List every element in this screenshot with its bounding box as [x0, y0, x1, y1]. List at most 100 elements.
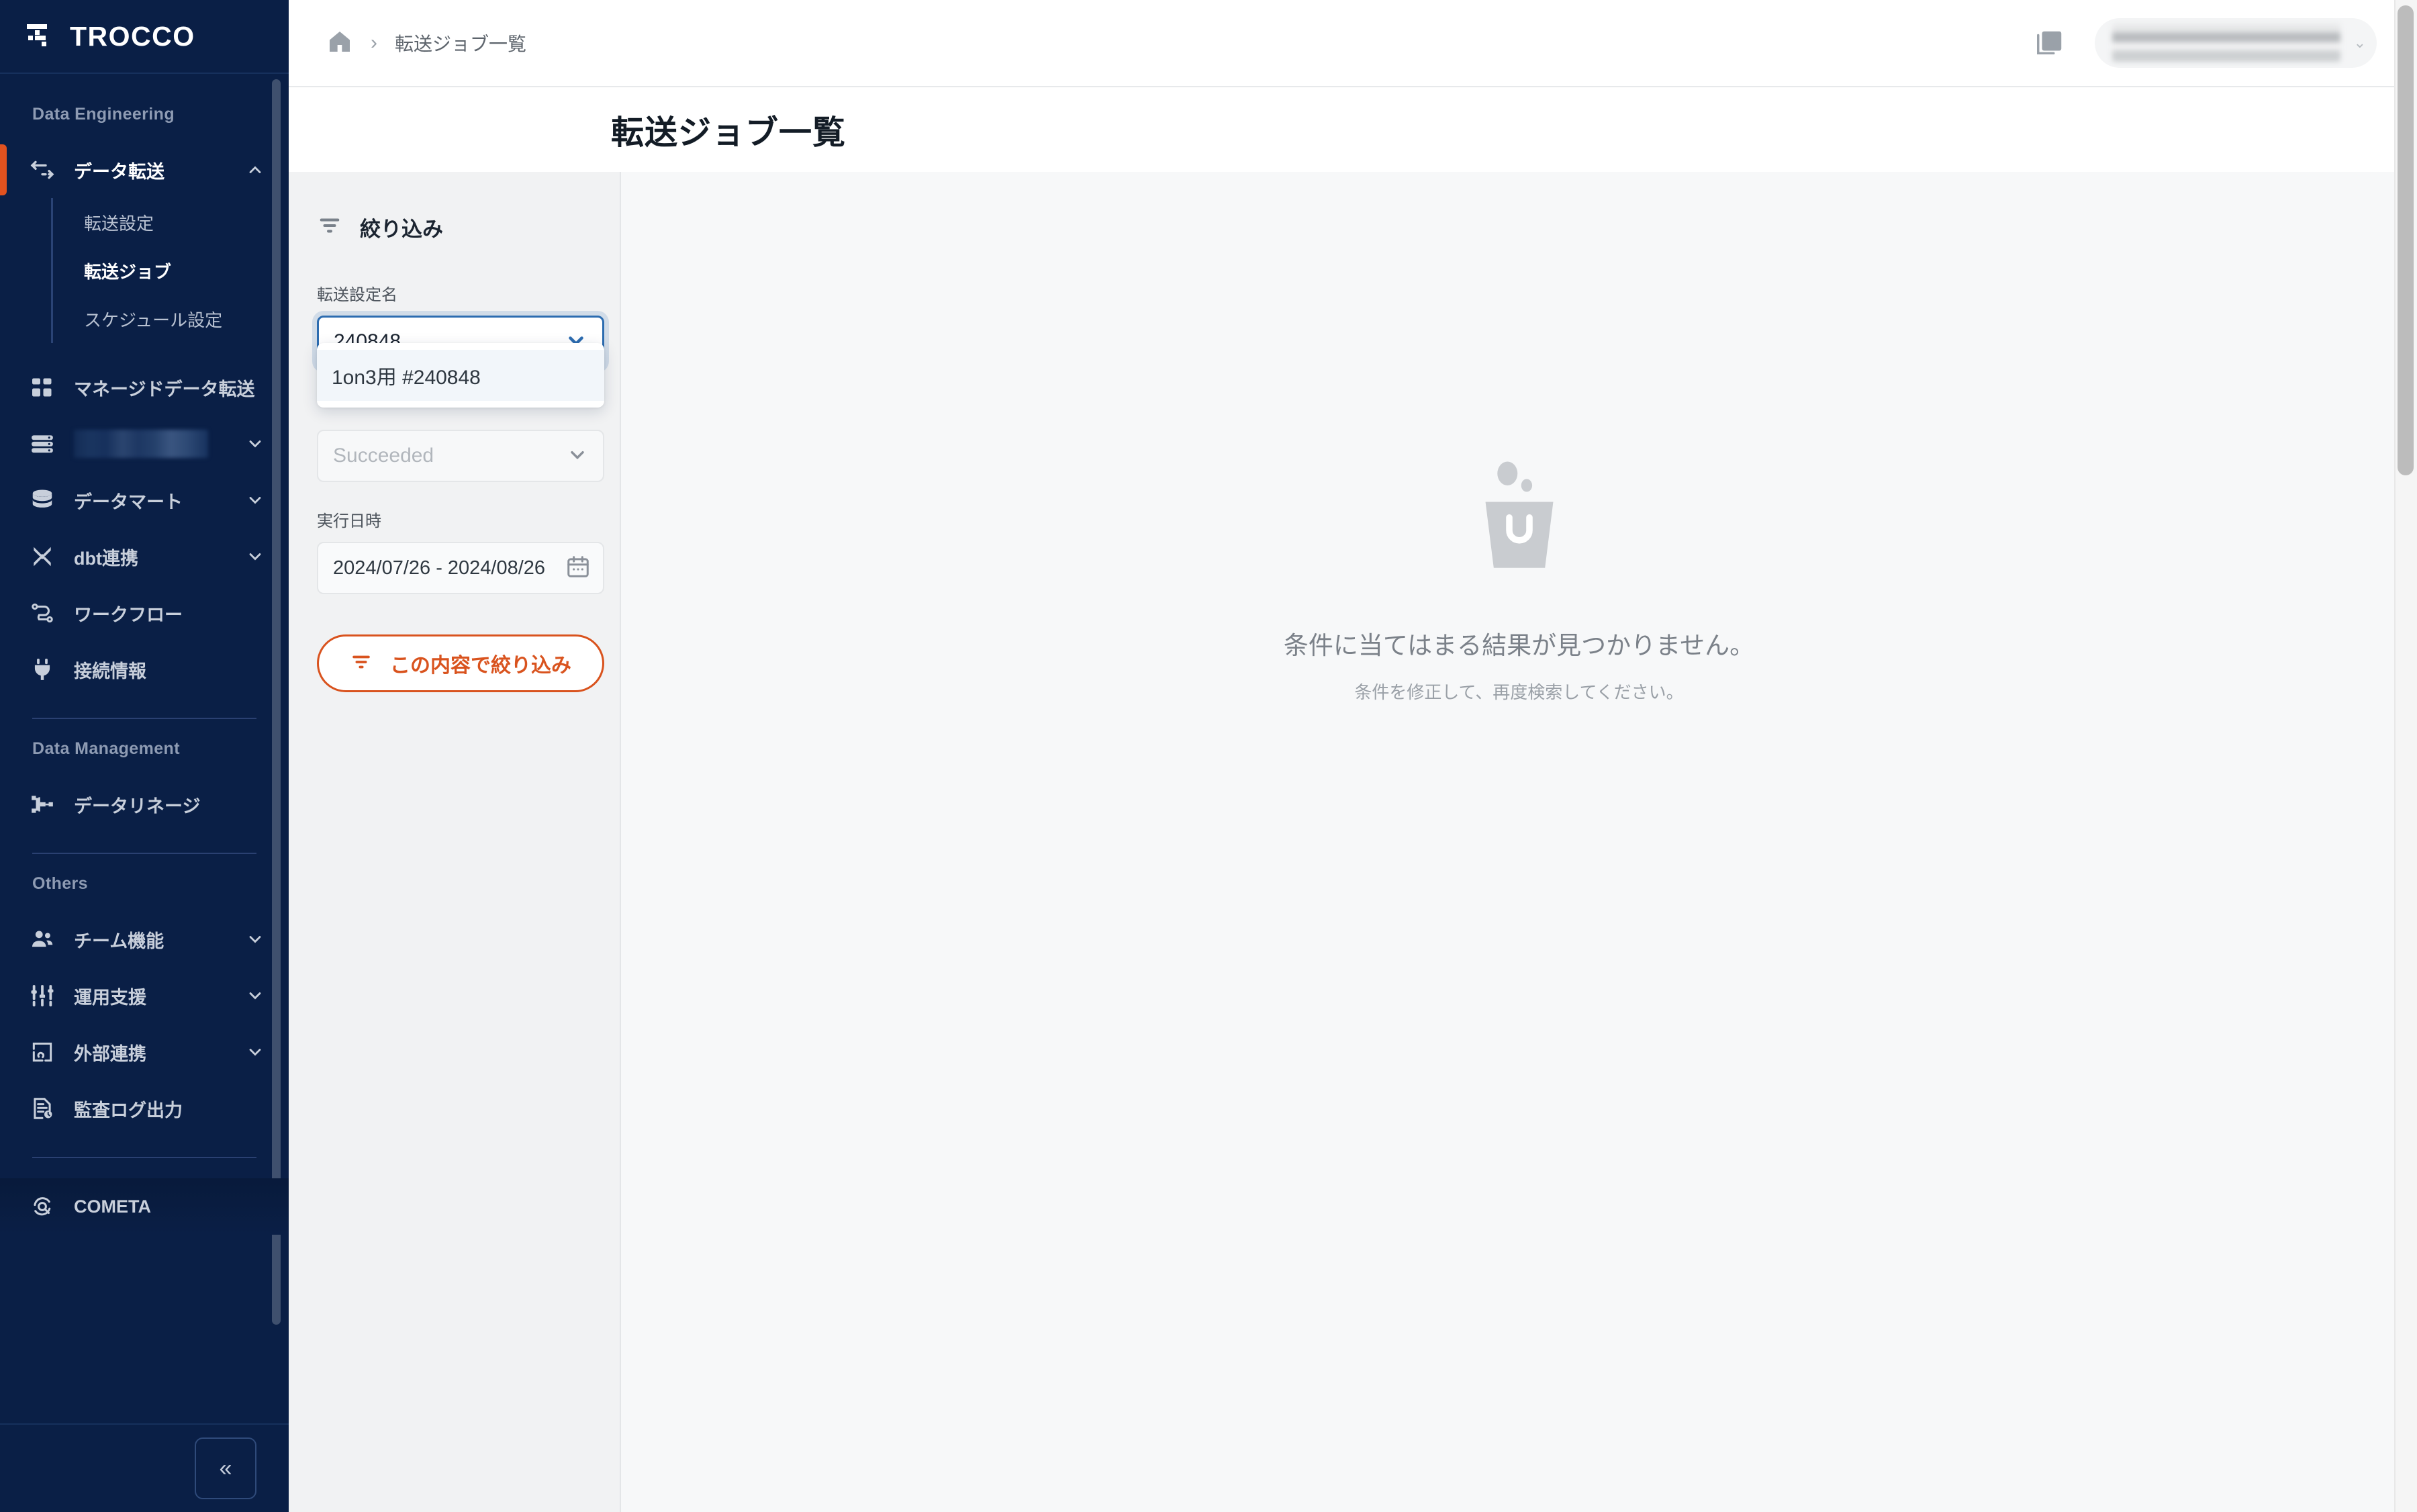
sidebar-item-workflow[interactable]: ワークフロー: [0, 585, 289, 641]
audit-log-icon: [28, 1094, 56, 1123]
cometa-icon: [28, 1192, 56, 1221]
sidebar-item-label: 接続情報: [74, 661, 146, 681]
brand-name: TROCCO: [70, 20, 195, 52]
status-placeholder: Succeeded: [333, 444, 434, 467]
sidebar-item-label: 監査ログ出力: [74, 1100, 183, 1121]
filter-panel: 絞り込み 転送設定名 240848 1on3用 #240848 Succeede…: [289, 172, 621, 1512]
chevron-down-icon: ⌄: [2353, 34, 2366, 51]
sidebar-section-data-management: Data Management: [32, 739, 180, 758]
chevron-up-icon[interactable]: [246, 160, 265, 179]
data-transfer-icon: [28, 156, 56, 184]
sidebar-divider: [32, 718, 256, 719]
sidebar-item-audit-log[interactable]: 監査ログ出力: [0, 1080, 289, 1137]
filter-heading-label: 絞り込み: [360, 218, 443, 241]
external-link-icon: [28, 1038, 56, 1066]
results-area: 条件に当てはまる結果が見つかりません。 条件を修正して、再度検索してください。: [621, 172, 2417, 1512]
sidebar-divider: [32, 1157, 256, 1158]
filter-label-execution-date: 実行日時: [317, 512, 381, 530]
sidebar-subitem-label: 転送ジョブ: [84, 261, 172, 282]
page-header: 転送ジョブ一覧: [289, 87, 2417, 172]
filter-label-transfer-config: 転送設定名: [317, 286, 397, 304]
page-title: 転送ジョブ一覧: [611, 114, 847, 151]
sidebar-item-data-lineage[interactable]: データリネージ: [0, 776, 289, 833]
filter-icon: [350, 651, 373, 677]
main-area: › 転送ジョブ一覧 ? ⌄ 転送ジョブ一覧 絞り込み 転送設定名 240848 …: [289, 0, 2417, 1512]
filter-field-execution-date: 実行日時 2024/07/26 - 2024/08/26: [317, 508, 604, 594]
page-scrollbar-thumb[interactable]: [2398, 5, 2414, 475]
chevron-down-icon[interactable]: [246, 986, 265, 1005]
transfer-config-dropdown: 1on3用 #240848: [317, 343, 604, 408]
breadcrumb-separator: ›: [371, 32, 377, 54]
sidebar-item-data-transfer[interactable]: データ転送: [0, 142, 289, 198]
execution-date-input[interactable]: 2024/07/26 - 2024/08/26: [317, 542, 604, 594]
sidebar-item-label: データマート: [74, 491, 183, 512]
dropdown-option[interactable]: 1on3用 #240848: [317, 350, 604, 401]
execution-date-value: 2024/07/26 - 2024/08/26: [333, 557, 546, 579]
apply-filter-label: この内容で絞り込み: [390, 655, 571, 677]
workflow-icon: [28, 599, 56, 627]
sidebar-item-data-mart[interactable]: データマート: [0, 472, 289, 528]
sidebar-item-transfer-settings[interactable]: 転送設定: [84, 198, 289, 246]
status-select[interactable]: Succeeded: [317, 430, 604, 482]
sidebar-scroll-area: Data Engineering データ転送 転送設定 転送ジョブ スケジュール…: [0, 74, 289, 1423]
chevron-double-left-icon: «: [219, 1455, 232, 1481]
apply-filter-button[interactable]: この内容で絞り込み: [317, 634, 604, 692]
sidebar-item-transfer-jobs[interactable]: 転送ジョブ: [84, 246, 289, 295]
dbt-icon: [28, 542, 56, 571]
sidebar-item-external-integration[interactable]: 外部連携: [0, 1024, 289, 1080]
trocco-logo-icon: [26, 23, 55, 50]
sidebar-item-connections[interactable]: 接続情報: [0, 641, 289, 698]
lineage-icon: [28, 790, 56, 818]
chevron-down-icon[interactable]: [246, 547, 265, 566]
sidebar-item-label: チーム機能: [74, 931, 164, 951]
sidebar-item-cometa[interactable]: COMETA: [0, 1178, 289, 1235]
filter-field-status: Succeeded: [317, 430, 604, 482]
sidebar-subitem-label: スケジュール設定: [84, 310, 223, 330]
server-stack-icon: [28, 430, 56, 458]
sidebar-subitem-label: 転送設定: [84, 213, 154, 234]
database-icon: [28, 486, 56, 514]
plug-icon: [28, 655, 56, 683]
breadcrumb-current: 転送ジョブ一覧: [395, 34, 527, 54]
sidebar-submenu-data-transfer: 転送設定 転送ジョブ スケジュール設定: [51, 198, 289, 343]
chevron-down-icon[interactable]: [246, 930, 265, 949]
sidebar-divider: [32, 853, 256, 854]
sidebar-item-label: 運用支援: [74, 987, 146, 1008]
sidebar-item-label: dbt連携: [74, 548, 138, 569]
sidebar-item-managed-data-transfer[interactable]: マネージドデータ転送: [0, 359, 289, 416]
sidebar-item-schedule-settings[interactable]: スケジュール設定: [84, 295, 289, 343]
top-bar: › 転送ジョブ一覧 ? ⌄: [289, 0, 2417, 87]
team-icon: [28, 925, 56, 953]
filter-icon: [317, 213, 342, 242]
sidebar-item-team[interactable]: チーム機能: [0, 911, 289, 967]
breadcrumb: › 転送ジョブ一覧: [326, 28, 526, 58]
sidebar-item-label: COMETA: [74, 1196, 151, 1217]
top-bar-right: ? ⌄: [2034, 18, 2377, 68]
chevron-down-icon[interactable]: [246, 491, 265, 510]
sidebar-section-data-engineering: Data Engineering: [32, 105, 175, 124]
empty-trash-icon: [1469, 461, 1570, 574]
empty-state: 条件に当てはまる結果が見つかりません。 条件を修正して、再度検索してください。: [1284, 461, 1754, 704]
home-icon[interactable]: [326, 28, 353, 58]
sidebar-collapse-button[interactable]: «: [195, 1437, 256, 1499]
calendar-icon[interactable]: [565, 554, 591, 583]
chevron-down-icon: [567, 444, 588, 469]
chevron-down-icon[interactable]: [246, 1043, 265, 1061]
chevron-down-icon[interactable]: [246, 434, 265, 453]
page-scrollbar[interactable]: [2394, 0, 2417, 1512]
operation-support-icon: [28, 982, 56, 1010]
user-name-redacted: [2112, 24, 2340, 62]
help-document-icon[interactable]: ?: [2034, 28, 2065, 58]
user-menu[interactable]: ⌄: [2095, 18, 2377, 68]
sidebar-section-others: Others: [32, 874, 88, 893]
redacted-label: [74, 430, 208, 458]
brand-logo[interactable]: TROCCO: [0, 0, 289, 74]
managed-transfer-icon: [28, 373, 56, 401]
sidebar-item-dbt[interactable]: dbt連携: [0, 528, 289, 585]
sidebar-item-label: マネージドデータ転送: [74, 379, 255, 399]
empty-state-title: 条件に当てはまる結果が見つかりません。: [1283, 632, 1755, 659]
filter-heading: 絞り込み: [317, 212, 587, 242]
empty-state-subtitle: 条件を修正して、再度検索してください。: [1354, 682, 1684, 702]
sidebar-item-redacted[interactable]: [0, 416, 289, 472]
sidebar-item-operation-support[interactable]: 運用支援: [0, 967, 289, 1024]
